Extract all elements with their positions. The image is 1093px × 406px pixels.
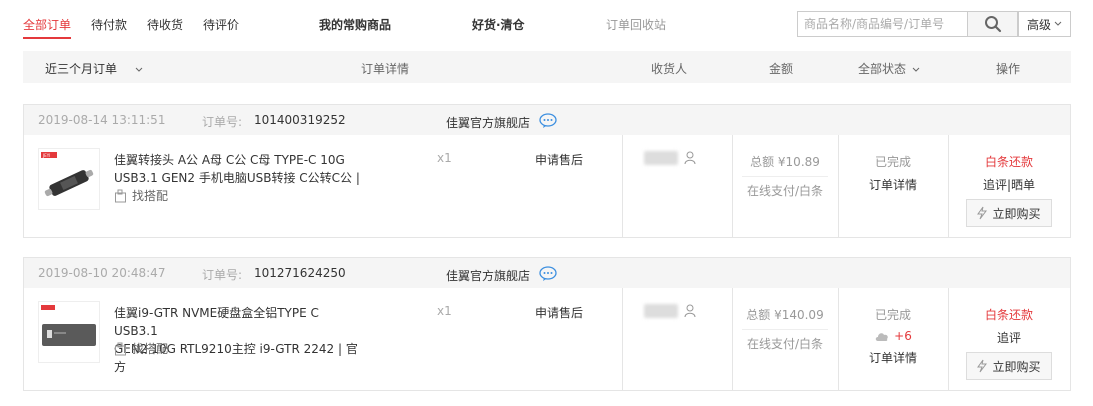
tab-unreviewed[interactable]: 待评价	[203, 16, 239, 33]
advanced-search-button[interactable]: 高级	[1018, 11, 1071, 37]
payment-method: 在线支付/白条	[742, 329, 828, 352]
header-amount: 金额	[769, 62, 794, 76]
receiver	[644, 151, 696, 165]
status-filter-label: 全部状态	[858, 62, 907, 76]
payment-method: 在线支付/白条	[742, 176, 828, 199]
status-filter[interactable]: 全部状态	[858, 60, 920, 77]
tab-unreceived[interactable]: 待收货	[147, 16, 183, 33]
status-text: 已完成	[874, 308, 911, 322]
column-divider	[732, 135, 733, 237]
product-title[interactable]: 佳翼转接头 A公 A母 C公 C母 TYPE-C 10G USB3.1 GEN2…	[114, 151, 364, 187]
order-number-label: 订单号:	[202, 268, 243, 282]
cloud-count: +6	[894, 329, 912, 343]
period-filter[interactable]: 近三个月订单	[45, 60, 143, 77]
puzzle-icon	[115, 189, 126, 202]
chat-icon[interactable]	[539, 113, 557, 129]
chat-icon[interactable]	[539, 266, 557, 282]
find-match-label: 找搭配	[132, 189, 169, 203]
repay-baitiao-link[interactable]: 白条还款	[954, 306, 1064, 323]
orders-table-header: 近三个月订单 订单详情 收货人 金额 全部状态 操作	[23, 51, 1071, 83]
product-title-line: USB3.1 GEN2 手机电脑USB转接 C公转C公 |	[114, 171, 360, 185]
order-total: 总额 ¥140.09	[746, 308, 824, 322]
after-sales-link[interactable]: 申请售后	[535, 151, 583, 168]
order-actions: 白条还款 追评|晒单 立即购买	[954, 153, 1064, 227]
column-divider	[622, 288, 623, 390]
receiver	[644, 304, 696, 318]
after-sales-link[interactable]: 申请售后	[535, 304, 583, 321]
find-match-link[interactable]: 找搭配	[114, 187, 168, 204]
order-search: 高级	[797, 11, 1071, 37]
status-text: 已完成	[874, 155, 911, 169]
column-divider	[948, 135, 949, 237]
product-image[interactable]	[38, 301, 100, 363]
shop-name[interactable]: 佳翼官方旗舰店	[446, 114, 530, 131]
column-divider	[732, 288, 733, 390]
chevron-down-icon	[135, 67, 143, 72]
header-actions: 操作	[996, 62, 1021, 76]
tab-clearance[interactable]: 好货·清仓	[472, 16, 525, 33]
quantity: x1	[437, 151, 452, 165]
order-number: 101400319252	[254, 113, 346, 127]
find-match-label: 找搭配	[132, 342, 169, 356]
svg-text:JEYI: JEYI	[42, 153, 50, 158]
column-divider	[948, 288, 949, 390]
user-icon[interactable]	[684, 304, 696, 318]
shop-name[interactable]: 佳翼官方旗舰店	[446, 267, 530, 284]
search-button[interactable]	[967, 11, 1018, 37]
buy-again-label: 立即购买	[992, 359, 1041, 374]
header-order-detail: 订单详情	[361, 62, 410, 76]
order-date: 2019-08-10 20:48:47	[38, 266, 166, 280]
buy-again-button[interactable]: 立即购买	[966, 199, 1052, 227]
order-status: 已完成 订单详情	[838, 153, 948, 193]
user-icon[interactable]	[684, 151, 696, 165]
cloud-icon	[875, 333, 888, 341]
product-image[interactable]: JEYI	[38, 148, 100, 210]
lightning-icon	[977, 359, 988, 373]
order-detail-link[interactable]: 订单详情	[838, 176, 948, 193]
header-receiver: 收货人	[651, 62, 688, 76]
cloud-bonus[interactable]: +6	[838, 329, 948, 343]
order-actions: 白条还款 追评 立即购买	[954, 306, 1064, 380]
order-card: 2019-08-14 13:11:51 订单号: 101400319252 佳翼…	[23, 104, 1071, 238]
find-match-link[interactable]: 找搭配	[114, 340, 168, 357]
review-link[interactable]: 追评|晒单	[954, 176, 1064, 193]
puzzle-icon	[115, 342, 126, 355]
receiver-name-masked	[644, 304, 678, 318]
product-photo-icon: JEYI	[41, 152, 94, 197]
search-input[interactable]	[797, 11, 968, 37]
tab-unpaid[interactable]: 待付款	[91, 16, 127, 33]
order-status: 已完成 +6 订单详情	[838, 306, 948, 366]
buy-again-button[interactable]: 立即购买	[966, 352, 1052, 380]
order-card: 2019-08-10 20:48:47 订单号: 101271624250 佳翼…	[23, 257, 1071, 391]
order-number-label: 订单号:	[202, 115, 243, 129]
quantity: x1	[437, 304, 452, 318]
tab-recycle-bin[interactable]: 订单回收站	[606, 16, 666, 33]
chevron-down-icon	[1054, 21, 1062, 26]
review-link[interactable]: 追评	[954, 329, 1064, 346]
order-date: 2019-08-14 13:11:51	[38, 113, 166, 127]
order-header: 2019-08-10 20:48:47 订单号: 101271624250 佳翼…	[24, 258, 1070, 288]
repay-baitiao-link[interactable]: 白条还款	[954, 153, 1064, 170]
order-header: 2019-08-14 13:11:51 订单号: 101400319252 佳翼…	[24, 105, 1070, 135]
column-divider	[622, 135, 623, 237]
period-label: 近三个月订单	[45, 62, 118, 76]
order-number: 101271624250	[254, 266, 346, 280]
product-photo-icon	[41, 305, 96, 346]
product-title-line: 佳翼转接头 A公 A母 C公 C母 TYPE-C 10G	[114, 153, 345, 167]
tab-all-orders[interactable]: 全部订单	[23, 16, 71, 33]
amount: 总额 ¥10.89 在线支付/白条	[742, 153, 828, 199]
amount: 总额 ¥140.09 在线支付/白条	[742, 306, 828, 352]
order-detail-link[interactable]: 订单详情	[838, 349, 948, 366]
active-tab-indicator	[23, 37, 71, 39]
order-total: 总额 ¥10.89	[750, 155, 820, 169]
product-title-line: 佳翼i9-GTR NVME硬盘盒全铝TYPE C USB3.1	[114, 306, 319, 338]
tab-frequent-products[interactable]: 我的常购商品	[319, 16, 391, 33]
advanced-label: 高级	[1026, 17, 1051, 32]
search-icon	[984, 16, 1001, 33]
receiver-name-masked	[644, 151, 678, 165]
buy-again-label: 立即购买	[992, 206, 1041, 221]
lightning-icon	[977, 206, 988, 220]
chevron-down-icon	[912, 67, 920, 72]
